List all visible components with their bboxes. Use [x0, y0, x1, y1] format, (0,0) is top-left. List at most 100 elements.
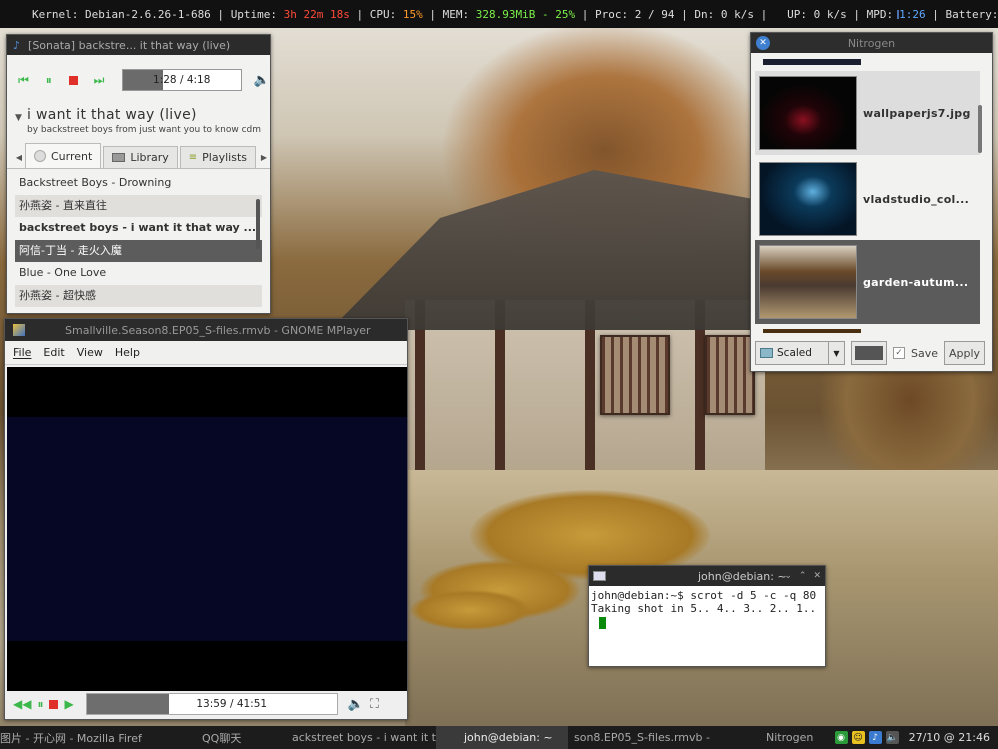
next-icon[interactable]: ⏭ [90, 71, 107, 89]
close-icon[interactable]: ✕ [756, 36, 770, 50]
wallpaper-list: wallpaperjs7.jpg vladstudio_col... garde… [755, 57, 980, 333]
tab-library[interactable]: Library [103, 146, 178, 168]
sonata-titlebar[interactable]: ♪ [Sonata] backstre... it that way (live… [7, 35, 270, 55]
task-terminal[interactable]: john@debian: ~ [436, 726, 568, 749]
list-item[interactable]: Backstreet Boys - Drowning [15, 172, 262, 195]
menu-edit[interactable]: Edit [43, 346, 64, 359]
volume-icon[interactable]: 🔈 [885, 731, 899, 744]
mpd-time: 1:26 [899, 7, 926, 21]
qq-icon[interactable]: ☺ [851, 731, 865, 744]
list-item[interactable]: 孙燕姿 - 超快感 [15, 284, 262, 307]
song-title: i want it that way (live) [27, 107, 197, 123]
music-note-icon: ♪ [13, 38, 21, 52]
video-seek-bar[interactable]: 13:59 / 41:51 [85, 693, 338, 715]
terminal-title: john@debian: ~ [698, 569, 787, 583]
list-item[interactable]: backstreet boys - i want it that way ... [15, 217, 262, 240]
color-swatch [855, 346, 883, 360]
sonata-title: [Sonata] backstre... it that way (live) [28, 38, 231, 52]
wallpaper-thumbnail [759, 76, 857, 150]
clock: 27/10 @ 21:46 [908, 731, 990, 744]
tab-playlists[interactable]: ≡ Playlists [179, 146, 256, 168]
video-frame [7, 417, 407, 641]
mplayer-menubar: File Edit View Help [5, 341, 407, 365]
save-label: Save [911, 346, 939, 360]
close-icon[interactable]: ✕ [813, 571, 821, 581]
tab-scroll-right-icon[interactable]: ▶ [258, 146, 270, 168]
rewind-icon[interactable]: ◀◀ [13, 697, 31, 711]
playlist-scrollbar[interactable] [256, 199, 260, 249]
stop-icon[interactable] [49, 699, 59, 709]
terminal-line: Taking shot in 5.. 4.. 3.. 2.. 1.. [591, 602, 817, 615]
kernel-info: Kernel: Debian-2.6.26-1-686 [32, 7, 211, 21]
proc-info: Proc: 2 / 94 [595, 7, 675, 21]
terminal-line: john@debian:~$ scrot -d 5 -c -q 80 [591, 589, 817, 602]
volume-icon[interactable]: 🔈 [348, 697, 364, 712]
chevron-down-icon: ▼ [828, 342, 844, 364]
wallpaper-list-scrollbar[interactable] [978, 105, 982, 153]
tab-scroll-left-icon[interactable]: ◀ [13, 146, 25, 168]
terminal-titlebar[interactable]: john@debian: ~ ⌄ ⌃ ✕ [589, 566, 825, 586]
network-icon[interactable]: ◉ [834, 731, 848, 744]
task-firefox[interactable]: 图片 - 开心网 - Mozilla Firef [0, 726, 150, 749]
sonata-controls: ⏮ ⏸ ⏭ 1:28 / 4:18 🔈 [7, 55, 270, 105]
now-playing: ▼ i want it that way (live) by backstree… [7, 105, 270, 135]
list-item[interactable]: 孙燕姿 - 直来直往 [15, 194, 262, 217]
mplayer-controls: ◀◀ ⏸ ▶ 13:59 / 41:51 🔈 ⛶ [7, 691, 407, 717]
mem-label: MEM: [442, 7, 470, 21]
uptime-value: 3h 22m 18s [283, 7, 350, 21]
tab-current[interactable]: Current [24, 143, 102, 168]
mode-select[interactable]: Scaled ▼ [755, 341, 845, 365]
play-icon[interactable]: ▶ [64, 697, 73, 711]
mpd-label: MPD: [866, 7, 894, 21]
volume-icon[interactable]: 🔈 [254, 73, 270, 88]
monitor-icon [760, 348, 773, 358]
nitrogen-titlebar[interactable]: ✕ Nitrogen [751, 33, 992, 53]
minimize-icon[interactable]: ⌄ [784, 571, 792, 581]
playlist: Backstreet Boys - Drowning 孙燕姿 - 直来直往 ba… [7, 169, 270, 310]
mplayer-titlebar[interactable]: Smallville.Season8.EP05_S-files.rmvb - G… [5, 319, 407, 341]
list-item[interactable]: Blue - One Love [15, 262, 262, 285]
maximize-icon[interactable]: ⌃ [799, 571, 807, 581]
terminal-window: john@debian: ~ ⌄ ⌃ ✕ john@debian:~$ scro… [588, 565, 826, 667]
music-note-icon[interactable]: ♪ [868, 731, 882, 744]
expander-icon[interactable]: ▼ [15, 113, 22, 123]
list-item[interactable]: 阿信-丁当 - 走火入魔 [15, 239, 262, 262]
task-nitrogen[interactable]: Nitrogen [712, 726, 832, 749]
menu-view[interactable]: View [77, 346, 103, 359]
nitrogen-window: ✕ Nitrogen wallpaperjs7.jpg vladstudio_c… [750, 32, 993, 372]
uptime-label: Uptime: [230, 7, 278, 21]
menu-file[interactable]: File [13, 346, 31, 359]
list-item-partial [763, 329, 861, 333]
upload-rate: UP: 0 k/s [787, 7, 847, 21]
terminal-output[interactable]: john@debian:~$ scrot -d 5 -c -q 80 Taking… [589, 586, 825, 635]
color-picker-button[interactable] [851, 341, 887, 365]
list-item[interactable]: garden-autum... [755, 240, 980, 324]
wallpaper-thumbnail [759, 162, 857, 236]
apply-button[interactable]: Apply [944, 341, 986, 365]
fullscreen-icon[interactable]: ⛶ [370, 697, 379, 712]
stop-icon[interactable] [65, 71, 82, 89]
video-time: 13:59 / 41:51 [196, 698, 268, 710]
sonata-window: ♪ [Sonata] backstre... it that way (live… [6, 34, 271, 314]
download-rate: Dn: 0 k/s [694, 7, 754, 21]
list-item[interactable]: vladstudio_col... [755, 157, 980, 241]
battery-info: Battery: 110% [945, 7, 998, 21]
task-sonata[interactable]: ackstreet boys - i want it tl [290, 726, 436, 749]
wallpaper-lotus [410, 590, 530, 630]
wallpaper-thumbnail [759, 245, 857, 319]
list-item[interactable]: wallpaperjs7.jpg [755, 71, 980, 155]
task-qq[interactable]: QQ聊天 [150, 726, 290, 749]
wallpaper-roof [330, 170, 770, 330]
song-progress-bar[interactable]: 1:28 / 4:18 [121, 69, 242, 91]
mplayer-app-icon [13, 324, 25, 336]
terminal-app-icon [593, 571, 606, 581]
save-checkbox[interactable]: ✓ [893, 347, 905, 359]
terminal-cursor [599, 617, 606, 629]
task-mplayer[interactable]: son8.EP05_S-files.rmvb - G [568, 726, 712, 749]
previous-icon[interactable]: ⏮ [15, 71, 32, 89]
menu-help[interactable]: Help [115, 346, 140, 359]
pause-icon[interactable]: ⏸ [40, 71, 57, 89]
pause-icon[interactable]: ⏸ [37, 697, 43, 712]
taskbar: 图片 - 开心网 - Mozilla Firef QQ聊天 ackstreet … [0, 726, 998, 749]
video-area[interactable] [7, 367, 407, 692]
